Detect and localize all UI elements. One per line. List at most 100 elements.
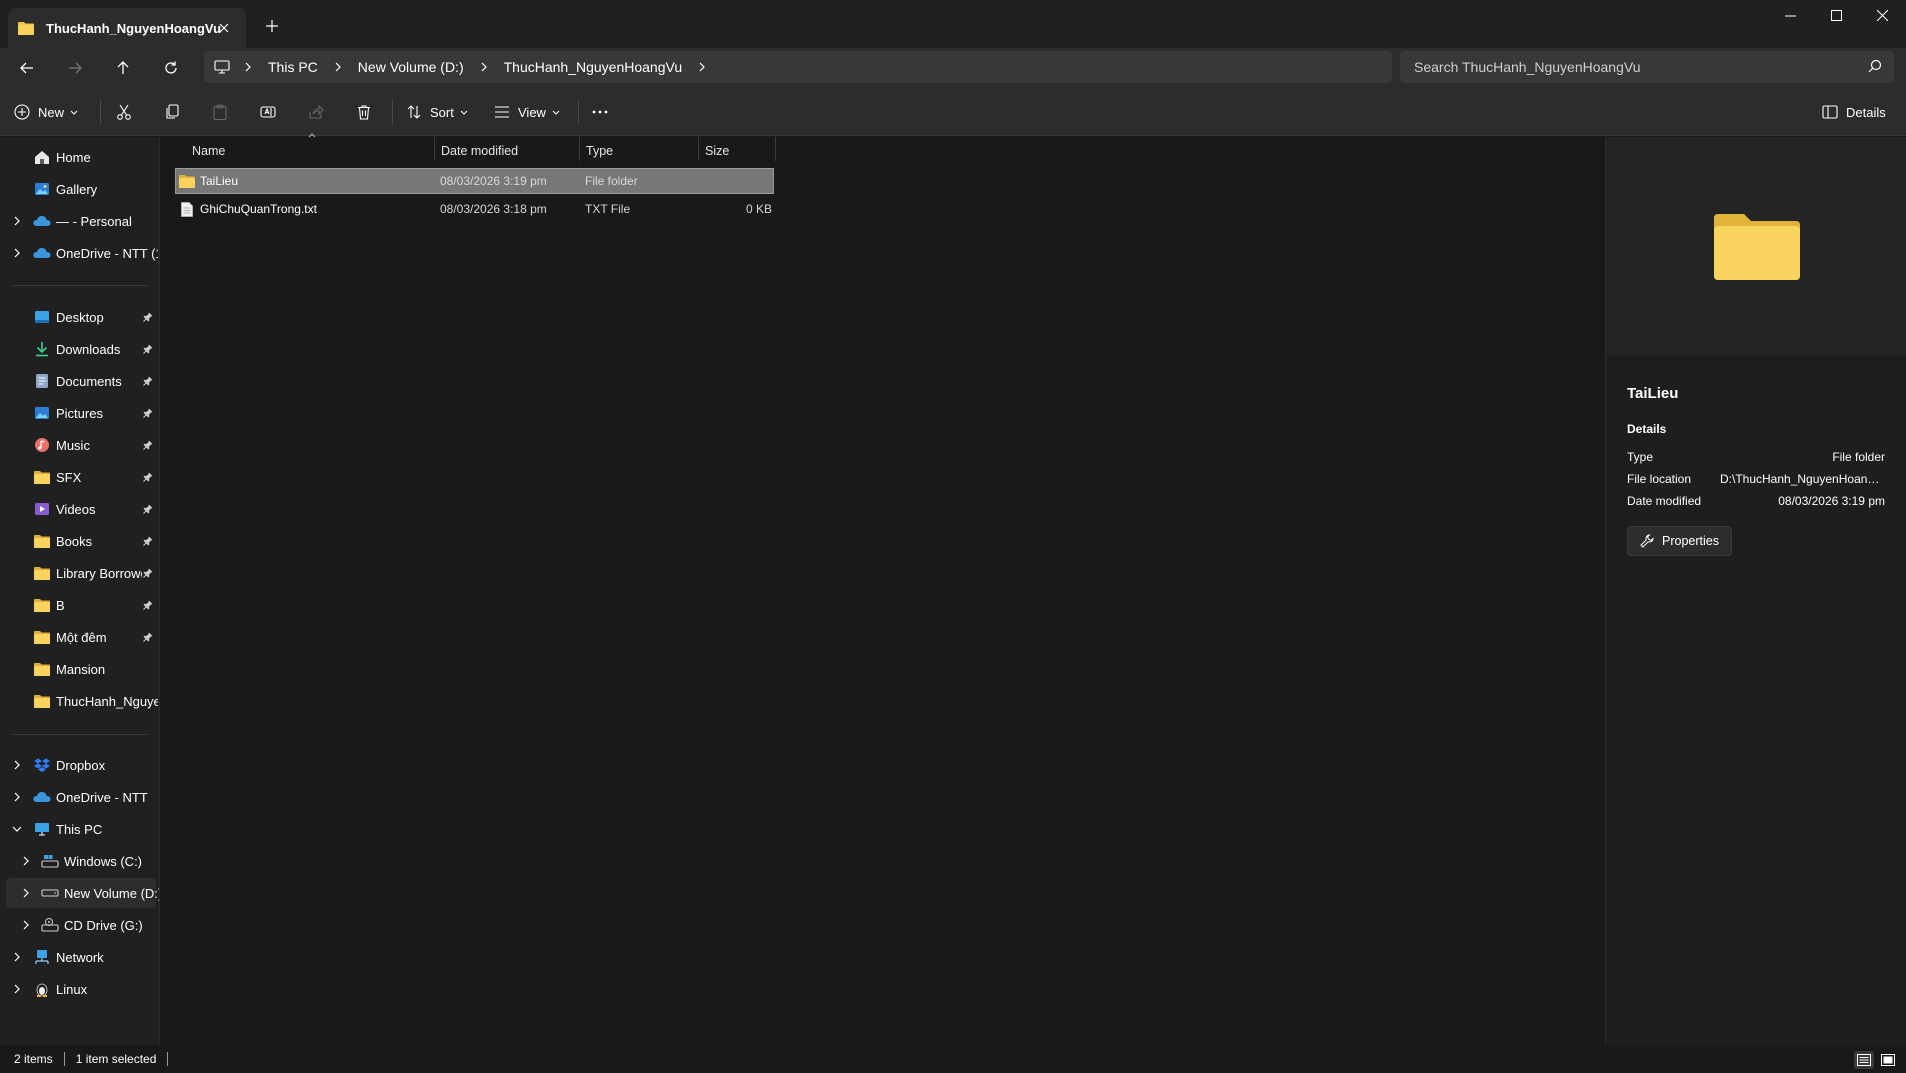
sidebar-item-home[interactable]: Home bbox=[0, 142, 158, 172]
view-button[interactable]: View bbox=[494, 96, 560, 128]
rename-button[interactable] bbox=[256, 96, 280, 128]
breadcrumb-current-folder[interactable]: ThucHanh_NguyenHoangVu bbox=[496, 59, 691, 75]
chevron-right-icon[interactable] bbox=[19, 854, 33, 868]
pin-icon[interactable] bbox=[142, 535, 154, 547]
pin-icon[interactable] bbox=[142, 311, 154, 323]
plus-circle-icon bbox=[14, 104, 30, 120]
chevron-right-icon[interactable] bbox=[10, 758, 24, 772]
tiles-view-icon[interactable] bbox=[1878, 1051, 1898, 1069]
more-options-button[interactable] bbox=[588, 96, 612, 128]
computer-icon bbox=[214, 60, 230, 74]
chevron-down-icon[interactable] bbox=[10, 822, 24, 836]
breadcrumb-this-pc[interactable]: This PC bbox=[260, 59, 326, 75]
details-toggle-button[interactable]: Details bbox=[1822, 96, 1886, 128]
sidebar-item-b[interactable]: B bbox=[0, 590, 158, 620]
delete-button[interactable] bbox=[352, 96, 376, 128]
sidebar-item-documents[interactable]: Documents bbox=[0, 366, 158, 396]
sidebar-item-cd-drive-g[interactable]: CD Drive (G:) bbox=[0, 910, 158, 940]
pin-icon[interactable] bbox=[142, 407, 154, 419]
drive-icon bbox=[41, 852, 59, 870]
sidebar-item-library-borrowed[interactable]: Library Borrowed bbox=[0, 558, 158, 588]
sidebar-item-linux[interactable]: Linux bbox=[0, 974, 158, 1004]
table-row[interactable]: TaiLieu 08/03/2026 3:19 pm File folder bbox=[175, 168, 774, 194]
chevron-right-icon[interactable] bbox=[10, 950, 24, 964]
file-list-area[interactable]: Name Date modified Type Size TaiLieu 08/… bbox=[161, 133, 1604, 1045]
pin-icon[interactable] bbox=[142, 471, 154, 483]
up-icon[interactable] bbox=[106, 53, 140, 83]
sort-button[interactable]: Sort bbox=[406, 96, 468, 128]
sidebar-item-mansion[interactable]: Mansion bbox=[0, 654, 158, 684]
tab-active[interactable]: ThucHanh_NguyenHoangVu bbox=[8, 8, 246, 48]
pin-icon[interactable] bbox=[142, 375, 154, 387]
pin-icon[interactable] bbox=[142, 343, 154, 355]
paste-button[interactable] bbox=[208, 96, 232, 128]
sidebar-item-onedrive-ntt[interactable]: OneDrive - NTT bbox=[0, 782, 158, 812]
pin-icon[interactable] bbox=[142, 599, 154, 611]
chevron-right-icon[interactable] bbox=[240, 59, 256, 75]
chevron-right-icon[interactable] bbox=[694, 59, 710, 75]
sidebar-item-mot-dem[interactable]: Một đêm bbox=[0, 622, 158, 652]
sidebar-item-music[interactable]: Music bbox=[0, 430, 158, 460]
new-label: New bbox=[38, 104, 65, 120]
chevron-right-icon[interactable] bbox=[10, 790, 24, 804]
sidebar-item-label: Pictures bbox=[56, 405, 103, 421]
sidebar-item-pictures[interactable]: Pictures bbox=[0, 398, 158, 428]
table-row[interactable]: GhiChuQuanTrong.txt 08/03/2026 3:18 pm T… bbox=[176, 197, 773, 221]
copy-button[interactable] bbox=[160, 96, 184, 128]
sidebar-item-windows-c[interactable]: Windows (C:) bbox=[0, 846, 158, 876]
details-view-icon[interactable] bbox=[1854, 1051, 1874, 1069]
pin-icon[interactable] bbox=[142, 567, 154, 579]
desktop-icon bbox=[33, 308, 51, 326]
breadcrumb[interactable]: This PC New Volume (D:) ThucHanh_NguyenH… bbox=[204, 51, 1392, 83]
chevron-right-icon[interactable] bbox=[10, 982, 24, 996]
close-tab-icon[interactable] bbox=[214, 18, 234, 38]
folder-icon bbox=[33, 468, 51, 486]
chevron-right-icon[interactable] bbox=[19, 918, 33, 932]
sidebar-item-downloads[interactable]: Downloads bbox=[0, 334, 158, 364]
sidebar-item-label: Downloads bbox=[56, 341, 121, 357]
chevron-right-icon[interactable] bbox=[19, 886, 33, 900]
sidebar-item-label: Music bbox=[56, 437, 90, 453]
chevron-right-icon[interactable] bbox=[476, 59, 492, 75]
pin-icon[interactable] bbox=[142, 503, 154, 515]
sidebar-item-label: Windows (C:) bbox=[64, 853, 143, 869]
sidebar-item-dropbox[interactable]: Dropbox bbox=[0, 750, 158, 780]
sidebar-item-books[interactable]: Books bbox=[0, 526, 158, 556]
new-tab-icon[interactable] bbox=[258, 14, 286, 38]
close-window-icon[interactable] bbox=[1859, 0, 1905, 30]
folder-icon bbox=[33, 692, 51, 710]
sidebar-item-network[interactable]: Network bbox=[0, 942, 158, 972]
sidebar-item-desktop[interactable]: Desktop bbox=[0, 302, 158, 332]
sidebar-item-gallery[interactable]: Gallery bbox=[0, 174, 158, 204]
chevron-right-icon[interactable] bbox=[330, 59, 346, 75]
maximize-icon[interactable] bbox=[1813, 0, 1859, 30]
column-header-type[interactable]: Type bbox=[580, 137, 698, 165]
search-icon[interactable] bbox=[1868, 59, 1882, 73]
chevron-right-icon[interactable] bbox=[10, 246, 24, 260]
minimize-icon[interactable] bbox=[1767, 0, 1813, 30]
search-input[interactable] bbox=[1414, 59, 1854, 75]
sidebar-item-videos[interactable]: Videos bbox=[0, 494, 158, 524]
cut-button[interactable] bbox=[112, 96, 136, 128]
sidebar-item-this-pc[interactable]: This PC bbox=[0, 814, 158, 844]
sidebar-item-new-volume-d[interactable]: New Volume (D:) bbox=[6, 878, 159, 908]
forward-icon[interactable] bbox=[58, 53, 92, 83]
column-header-date-modified[interactable]: Date modified bbox=[435, 137, 579, 165]
column-header-name[interactable]: Name bbox=[186, 133, 386, 165]
pin-icon[interactable] bbox=[142, 631, 154, 643]
chevron-right-icon[interactable] bbox=[10, 214, 24, 228]
refresh-icon[interactable] bbox=[154, 53, 188, 83]
share-button[interactable] bbox=[304, 96, 328, 128]
pin-icon[interactable] bbox=[142, 439, 154, 451]
sidebar-item-sfx[interactable]: SFX bbox=[0, 462, 158, 492]
search-box[interactable] bbox=[1400, 51, 1894, 83]
breadcrumb-new-volume[interactable]: New Volume (D:) bbox=[350, 59, 472, 75]
properties-button[interactable]: Properties bbox=[1627, 526, 1732, 556]
column-divider[interactable] bbox=[775, 137, 776, 161]
back-icon[interactable] bbox=[10, 53, 44, 83]
sidebar-item-onedrive-ntt-1[interactable]: OneDrive - NTT (1) bbox=[0, 238, 158, 268]
column-header-size[interactable]: Size bbox=[699, 137, 775, 165]
sidebar-item-onedrive-personal[interactable]: — - Personal bbox=[0, 206, 158, 236]
sidebar-item-thuchanh[interactable]: ThucHanh_NguyenHoangVu bbox=[0, 686, 158, 716]
new-button[interactable]: New bbox=[14, 96, 78, 128]
